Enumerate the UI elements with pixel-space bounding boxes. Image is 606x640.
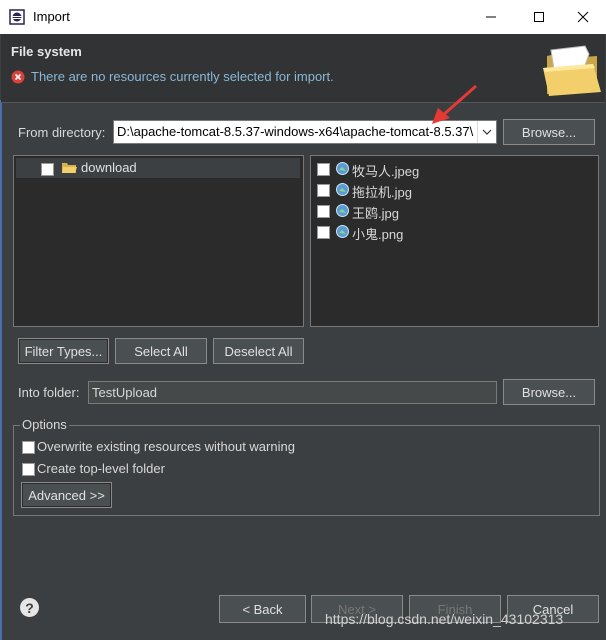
browse-folder-label: Browse... (521, 384, 577, 400)
image-file-icon (336, 162, 349, 175)
wizard-banner: File system There are no resources curre… (1, 34, 605, 103)
minimize-icon (486, 16, 496, 18)
eclipse-app-icon (9, 9, 25, 25)
advanced-button[interactable]: Advanced >> (21, 482, 112, 508)
file-name: 牧马人.jpeg (352, 164, 420, 179)
image-file-icon (336, 225, 349, 238)
file-checkbox[interactable] (317, 205, 330, 218)
file-name: 小鬼.png (352, 227, 404, 242)
file-checkbox[interactable] (317, 163, 330, 176)
overwrite-checkbox[interactable] (22, 441, 35, 454)
browse-folder-button[interactable]: Browse... (503, 379, 595, 405)
help-icon[interactable]: ? (20, 598, 39, 617)
folder-tree-panel[interactable]: download (13, 155, 304, 327)
into-folder-label: Into folder: (18, 385, 80, 400)
tree-item-checkbox[interactable] (41, 163, 54, 176)
file-item[interactable]: 拖拉机.jpg (317, 180, 597, 200)
filter-types-button[interactable]: Filter Types... (18, 338, 109, 364)
back-label: < Back (242, 601, 283, 617)
close-button[interactable] (560, 4, 606, 30)
image-file-icon (336, 204, 349, 217)
file-checkbox[interactable] (317, 226, 330, 239)
advanced-label: Advanced >> (28, 487, 105, 503)
file-checkbox[interactable] (317, 184, 330, 197)
options-legend: Options (20, 417, 69, 432)
file-name: 王鸥.jpg (352, 206, 399, 221)
from-directory-value: D:\apache-tomcat-8.5.37-windows-x64\apac… (117, 124, 474, 139)
back-button[interactable]: < Back (219, 595, 306, 623)
overwrite-label: Overwrite existing resources without war… (37, 439, 295, 454)
into-folder-field[interactable] (88, 381, 497, 404)
title-bar: Import (0, 0, 606, 34)
image-file-icon (336, 183, 349, 196)
deselect-all-label: Deselect All (224, 343, 293, 359)
page-title: File system (11, 44, 82, 59)
status-message: There are no resources currently selecte… (31, 69, 334, 84)
tree-item-download[interactable]: download (16, 158, 300, 178)
filter-types-label: Filter Types... (24, 343, 103, 359)
file-name: 拖拉机.jpg (352, 185, 412, 200)
browse-directory-label: Browse... (521, 124, 577, 140)
tree-item-label: download (81, 160, 137, 175)
file-item[interactable]: 牧马人.jpeg (317, 159, 597, 179)
folder-icon (62, 163, 77, 173)
browse-directory-button[interactable]: Browse... (503, 119, 595, 145)
file-item[interactable]: 小鬼.png (317, 222, 597, 242)
deselect-all-button[interactable]: Deselect All (213, 338, 304, 364)
create-top-level-checkbox[interactable] (22, 463, 35, 476)
window-title: Import (33, 9, 70, 24)
file-list-panel[interactable]: 牧马人.jpeg 拖拉机.jpg 王鸥.jpg 小鬼.png (310, 155, 599, 327)
watermark-text: https://blog.csdn.net/weixin_43102313 (325, 611, 564, 627)
import-dialog: Import File system There are no resource… (0, 0, 606, 640)
close-icon (577, 11, 589, 23)
error-x-icon (11, 70, 25, 84)
annotation-arrow-icon (432, 84, 477, 124)
maximize-icon (534, 12, 544, 22)
into-folder-input[interactable] (89, 382, 496, 403)
select-all-button[interactable]: Select All (115, 338, 207, 364)
file-item[interactable]: 王鸥.jpg (317, 201, 597, 221)
from-directory-label: From directory: (18, 125, 106, 140)
minimize-button[interactable] (468, 4, 514, 30)
open-folder-icon (543, 45, 601, 96)
create-top-level-label: Create top-level folder (37, 461, 165, 476)
maximize-button[interactable] (516, 4, 562, 30)
window-edge (0, 100, 2, 640)
select-all-label: Select All (134, 343, 188, 359)
